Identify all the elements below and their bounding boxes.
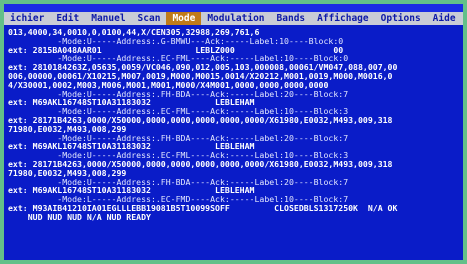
- menu-item-manuel[interactable]: Manuel: [85, 12, 131, 25]
- log-line: -Mode:U-----Address:.G-BMWU---Ack:-----L…: [8, 36, 344, 46]
- menu-item-bands[interactable]: Bands: [271, 12, 312, 25]
- log-line: ext: 2810184263Z,05635,0059/VC046,090,01…: [8, 63, 398, 72]
- log-line: ext: 28171B4263,0000/X50000,0000,0000,00…: [8, 115, 393, 125]
- log-line: -Mode:L-----Address:.EC-FMD----Ack:-----…: [8, 195, 349, 204]
- menu-item-edit[interactable]: Edit: [50, 12, 85, 25]
- log-line: 006,00000,00061/X10215,M007,0019,M000,M0…: [8, 71, 393, 81]
- log-line: ext: 28171B4263,0000/X50000,0000,0000,00…: [8, 159, 393, 169]
- menu-item-modulation[interactable]: Modulation: [201, 12, 270, 25]
- log-line: ext: M93AIB41210IA01EGLLLEBB19081B5T1009…: [8, 203, 398, 213]
- log-line: -Mode:U-----Address:.EC-FML----Ack:-----…: [8, 107, 349, 116]
- menu-item-aide[interactable]: Aide: [427, 12, 462, 25]
- menu-bar: ichier Edit Manuel Scan Mode Modulation Bands A…: [4, 12, 463, 25]
- log-line: -Mode:U-----Address:.FH-BDA----Ack:-----…: [8, 133, 349, 143]
- log-line: ext: M69AKL16748ST10A31183032 LEBLEHAM: [8, 186, 255, 196]
- menu-item-affichage[interactable]: Affichage: [311, 12, 374, 25]
- decoded-message-log[interactable]: 013,4000,34,0010,0,0100,44,X/CEN305,3298…: [8, 28, 461, 256]
- title-bar: [4, 4, 463, 12]
- log-line: ext: M69AKL16748ST10A31183032 LEBLEHAM: [8, 98, 255, 108]
- log-line: -Mode:U-----Address:.FH-BDA----Ack:-----…: [8, 177, 349, 187]
- log-line: -Mode:U-----Address:.FH-BDA----Ack:-----…: [8, 89, 349, 99]
- log-line: ext: 2815BA048AAR01 LEBLZ000 00: [8, 45, 344, 55]
- log-line: ext: M69AKL16748ST10A31183032 LEBLEHAM: [8, 142, 255, 152]
- terminal-screen: ichier Edit Manuel Scan Mode Modulation Bands A…: [4, 4, 463, 260]
- log-line: -Mode:U-----Address:.EC-FML----Ack:-----…: [8, 54, 349, 64]
- menu-item-fichier[interactable]: ichier: [4, 12, 50, 25]
- menu-item-mode[interactable]: Mode: [166, 12, 202, 25]
- log-line: 013,4000,34,0010,0,0100,44,X/CEN305,3298…: [8, 28, 260, 37]
- log-line: 4/X30001,0002,M003,M006,M001,M001,M000/X…: [8, 80, 329, 90]
- log-line: 71980,E0032,M493,008,299: [8, 124, 127, 134]
- log-line: NUD NUD NUD N/A NUD READY: [8, 212, 151, 222]
- menu-item-scan[interactable]: Scan: [132, 12, 167, 25]
- monitor-bezel: ichier Edit Manuel Scan Mode Modulation Bands A…: [0, 0, 467, 264]
- log-line: -Mode:U-----Address:.EC-FML----Ack:-----…: [8, 151, 349, 160]
- log-line: 71980,E0032,M493,008,299: [8, 168, 127, 178]
- menu-item-options[interactable]: Options: [375, 12, 427, 25]
